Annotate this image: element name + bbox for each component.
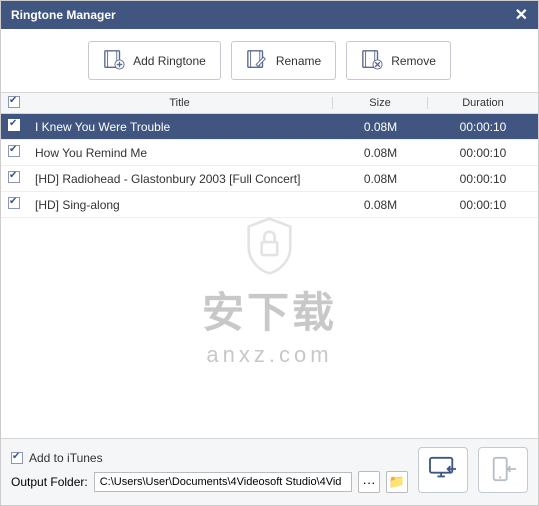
table-header: Title Size Duration [1, 92, 538, 114]
column-title[interactable]: Title [27, 97, 333, 109]
row-checkbox[interactable] [8, 119, 20, 131]
row-checkbox[interactable] [8, 197, 20, 209]
rename-button[interactable]: Rename [231, 41, 336, 80]
watermark: 安下载 anxz.com [202, 216, 337, 368]
output-folder-label: Output Folder: [11, 475, 88, 489]
row-duration: 00:00:10 [428, 146, 538, 160]
row-checkbox[interactable] [8, 171, 20, 183]
row-check-cell[interactable] [1, 197, 27, 212]
output-folder-input[interactable] [94, 472, 352, 492]
row-title: How You Remind Me [27, 146, 333, 160]
film-edit-icon [246, 48, 268, 73]
ellipsis-icon: ··· [363, 475, 376, 490]
row-title: [HD] Radiohead - Glastonbury 2003 [Full … [27, 172, 333, 186]
add-ringtone-label: Add Ringtone [133, 54, 206, 68]
more-button[interactable]: ··· [358, 471, 380, 493]
add-to-itunes-label: Add to iTunes [29, 451, 103, 465]
watermark-line1: 安下载 [202, 279, 337, 340]
browse-button[interactable]: 📁 [386, 471, 408, 493]
row-check-cell[interactable] [1, 145, 27, 160]
film-plus-icon [103, 48, 125, 73]
table-row[interactable]: I Knew You Were Trouble0.08M00:00:10 [1, 114, 538, 140]
export-to-pc-button[interactable] [418, 447, 468, 493]
footer: Add to iTunes Output Folder: ··· 📁 [1, 438, 538, 505]
toolbar: Add Ringtone Rename Remove [1, 29, 538, 92]
table-row[interactable]: [HD] Radiohead - Glastonbury 2003 [Full … [1, 166, 538, 192]
export-to-device-button[interactable] [478, 447, 528, 493]
footer-left: Add to iTunes Output Folder: ··· 📁 [11, 451, 408, 493]
select-all-cell[interactable] [1, 96, 27, 111]
row-size: 0.08M [333, 120, 428, 134]
remove-label: Remove [391, 54, 436, 68]
table-row[interactable]: [HD] Sing-along0.08M00:00:10 [1, 192, 538, 218]
output-folder-row: Output Folder: ··· 📁 [11, 471, 408, 493]
close-icon[interactable]: ✕ [515, 5, 528, 25]
folder-icon: 📁 [389, 474, 405, 490]
ringtone-list: I Knew You Were Trouble0.08M00:00:10How … [1, 114, 538, 438]
watermark-line2: anxz.com [202, 342, 337, 368]
window-title: Ringtone Manager [11, 8, 515, 22]
shield-icon [243, 216, 295, 276]
rename-label: Rename [276, 54, 321, 68]
remove-button[interactable]: Remove [346, 41, 451, 80]
add-ringtone-button[interactable]: Add Ringtone [88, 41, 221, 80]
monitor-arrow-icon [428, 456, 458, 485]
film-remove-icon [361, 48, 383, 73]
row-size: 0.08M [333, 146, 428, 160]
row-duration: 00:00:10 [428, 120, 538, 134]
row-size: 0.08M [333, 172, 428, 186]
phone-arrow-icon [488, 456, 518, 485]
ringtone-manager-window: Ringtone Manager ✕ Add Ringtone Rename R… [0, 0, 539, 506]
column-duration[interactable]: Duration [428, 97, 538, 109]
row-check-cell[interactable] [1, 171, 27, 186]
row-duration: 00:00:10 [428, 198, 538, 212]
row-title: [HD] Sing-along [27, 198, 333, 212]
select-all-checkbox[interactable] [8, 96, 20, 108]
column-size[interactable]: Size [333, 97, 428, 109]
row-title: I Knew You Were Trouble [27, 120, 333, 134]
titlebar: Ringtone Manager ✕ [1, 1, 538, 29]
row-checkbox[interactable] [8, 145, 20, 157]
add-to-itunes-checkbox[interactable] [11, 452, 23, 464]
table-row[interactable]: How You Remind Me0.08M00:00:10 [1, 140, 538, 166]
add-to-itunes-row: Add to iTunes [11, 451, 408, 465]
row-duration: 00:00:10 [428, 172, 538, 186]
row-size: 0.08M [333, 198, 428, 212]
row-check-cell[interactable] [1, 119, 27, 134]
